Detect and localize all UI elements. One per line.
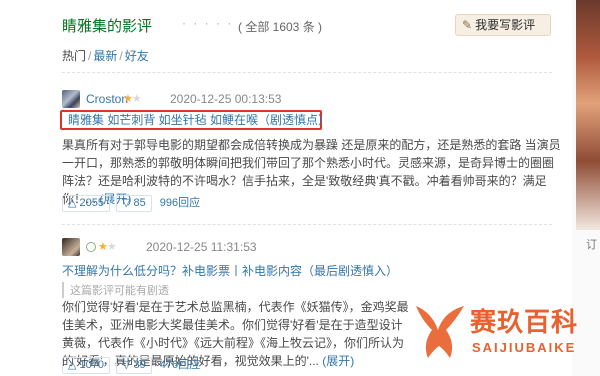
review-actions: △ 2055 ▽ 85 996回应 [62, 194, 200, 212]
review-time: 2020-12-25 00:13:53 [170, 92, 282, 106]
filter-separator: / [88, 49, 92, 63]
star-empty-icon: ★ [106, 241, 117, 253]
avatar[interactable] [62, 90, 80, 108]
watermark: 赛玖百科 SAIJIUBAIKE [402, 294, 600, 376]
review-author[interactable]: Croston [86, 92, 128, 106]
divider [62, 72, 552, 73]
filter-friends[interactable]: 好友 [125, 49, 149, 63]
pen-icon: ✎ [462, 18, 473, 32]
reviews-header: 睛雅集的影评 · · · · · · ( 全部 1603 条 ) ✎ 我要写影评 [62, 12, 552, 36]
star-icon: ★ [98, 241, 108, 253]
all-reviews-count[interactable]: ( 全部 1603 条 ) [238, 18, 322, 35]
review-title[interactable]: 不理解为什么低分吗？补电影票丨补电影内容（最后剧透慎入） [62, 262, 398, 279]
review-filters: 热门 / 最新 / 好友 [62, 47, 149, 64]
user-badge-icon [86, 242, 96, 252]
review-actions: △ 1070 ▽ 39 476回应 [62, 356, 200, 374]
write-review-button[interactable]: ✎ 我要写影评 [455, 14, 551, 36]
useless-count: 85 [133, 197, 146, 209]
write-review-label: 我要写影评 [475, 18, 536, 32]
useless-button[interactable]: ▽ 39 [116, 357, 152, 374]
spoiler-warning: 这篇影评可能有剧透 [62, 282, 169, 298]
sidebar-poster[interactable] [576, 0, 600, 230]
useful-count: 1070 [79, 359, 104, 371]
review-time: 2020-12-25 11:31:53 [146, 240, 257, 254]
star-icon: ★ [123, 93, 133, 105]
useful-button[interactable]: △ 1070 [62, 357, 110, 374]
rating-stars: ★★ [98, 240, 117, 253]
filter-separator: / [119, 49, 123, 63]
reply-link[interactable]: 476回应 [160, 356, 200, 372]
star-empty-icon: ★ [131, 93, 142, 105]
watermark-text: 赛玖百科 [470, 307, 579, 337]
useful-count: 2055 [79, 197, 104, 209]
divider [62, 224, 552, 225]
filter-hot[interactable]: 热门 [62, 49, 86, 63]
avatar[interactable] [62, 238, 80, 256]
expand-link[interactable]: (展开) [322, 354, 354, 368]
whale-tail-logo-icon [416, 306, 464, 358]
useful-button[interactable]: △ 2055 [62, 195, 110, 212]
review-title[interactable]: 睛雅集 如芒刺背 如坐针毡 如鲠在喉（剧透慎点） [60, 110, 330, 130]
reply-link[interactable]: 996回应 [160, 194, 200, 210]
watermark-subtext: SAIJIUBAIKE [472, 340, 577, 355]
rating-stars: ★★ [123, 92, 142, 105]
sidebar-label: 订 [586, 239, 597, 251]
useless-count: 39 [133, 359, 146, 371]
title-dots: · · · · · · [182, 16, 245, 30]
filter-newest[interactable]: 最新 [93, 49, 117, 63]
section-title[interactable]: 睛雅集的影评 [62, 15, 152, 36]
useless-button[interactable]: ▽ 85 [116, 195, 152, 212]
